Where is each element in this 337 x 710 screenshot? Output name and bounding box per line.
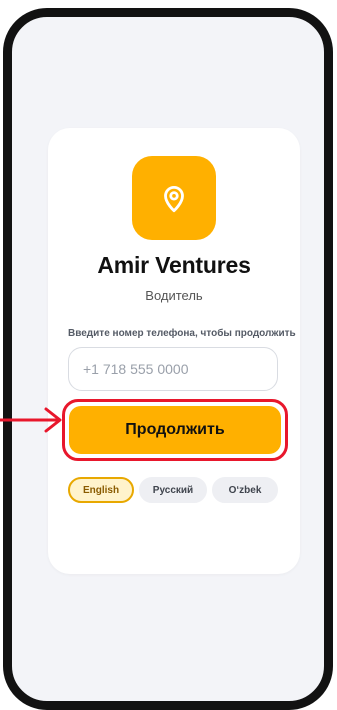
role-subtitle: Водитель — [145, 288, 203, 303]
app-title: Amir Ventures — [97, 252, 251, 278]
screen: Amir Ventures Водитель Введите номер тел… — [0, 0, 337, 710]
map-pin-icon — [164, 186, 184, 213]
lang-option-english[interactable]: English — [68, 477, 134, 503]
lang-option-uzbek[interactable]: O‘zbek — [212, 477, 278, 503]
login-card: Amir Ventures Водитель Введите номер тел… — [48, 128, 300, 574]
language-selector: English Русский O‘zbek — [68, 477, 278, 503]
phone-frame: Amir Ventures Водитель Введите номер тел… — [3, 8, 333, 710]
phone-prompt-label: Введите номер телефона, чтобы продолжить — [68, 328, 296, 339]
phone-number-input[interactable] — [68, 347, 278, 391]
lang-option-russian[interactable]: Русский — [139, 477, 207, 503]
annotation-arrow-icon — [0, 407, 62, 433]
app-logo — [132, 156, 216, 240]
continue-button[interactable]: Продолжить — [69, 406, 281, 454]
